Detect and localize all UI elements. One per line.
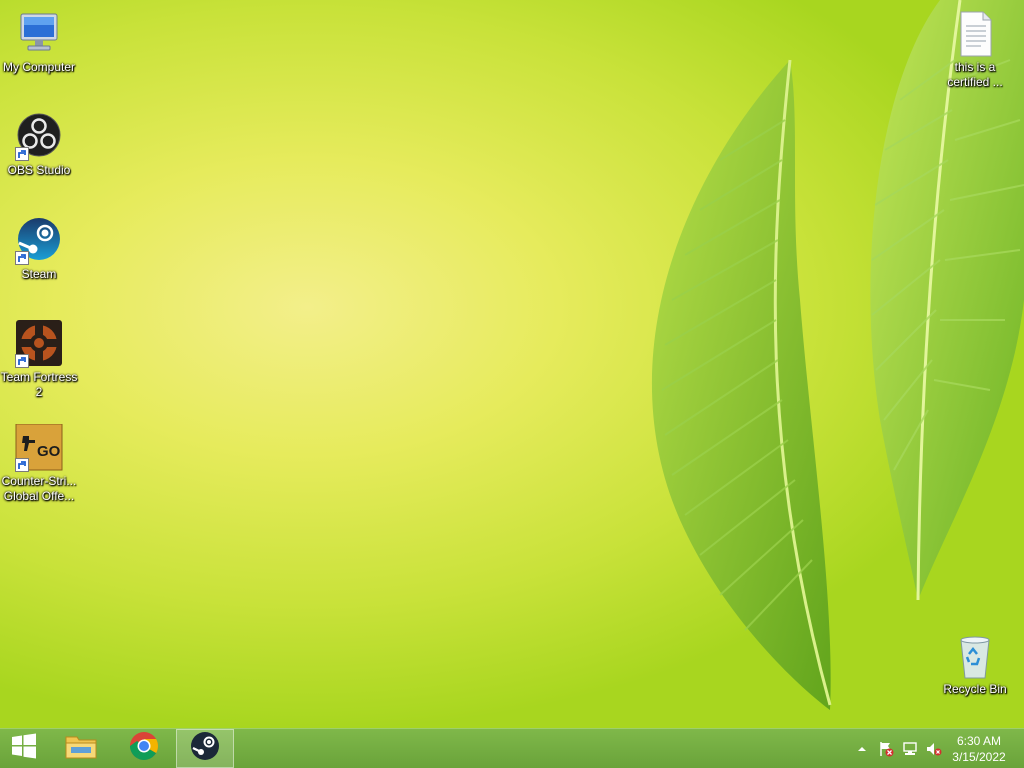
desktop-icon-label: Recycle Bin	[943, 682, 1007, 696]
shortcut-arrow-icon	[15, 458, 29, 472]
svg-text:GO: GO	[37, 443, 61, 460]
folder-icon	[65, 732, 97, 765]
desktop-icon-obs-studio[interactable]: OBS Studio	[0, 113, 78, 178]
windows-logo-icon	[11, 733, 37, 764]
team-fortress-2-icon	[15, 320, 63, 368]
system-tray: 6:30 AM 3/15/2022	[834, 729, 1024, 768]
clock-date: 3/15/2022	[952, 750, 1006, 764]
leaf-left	[651, 59, 832, 710]
steam-icon	[15, 217, 63, 265]
desktop-icon-steam[interactable]: Steam	[0, 217, 78, 282]
clock-time: 6:30 AM	[956, 734, 1002, 748]
desktop-icon-label: Steam	[21, 267, 57, 281]
action-center-flag-icon[interactable]	[878, 741, 894, 757]
desktop-icon-label: this is a certified ...	[947, 60, 1003, 89]
counter-strike-go-icon: GO	[15, 423, 63, 472]
desktop-wallpaper	[651, 0, 1024, 710]
desktop-icon-recycle-bin[interactable]: Recycle Bin	[936, 632, 1014, 697]
shortcut-arrow-icon	[15, 147, 29, 161]
obs-studio-icon	[15, 113, 63, 161]
desktop-icon-label: My Computer	[2, 60, 76, 74]
network-icon[interactable]	[902, 741, 918, 757]
text-document-icon	[951, 10, 999, 58]
desktop-icon-team-fortress-2[interactable]: Team Fortress 2	[0, 320, 78, 400]
file-explorer-button[interactable]	[52, 729, 110, 768]
taskbar: 6:30 AM 3/15/2022	[0, 728, 1024, 768]
recycle-bin-icon	[951, 632, 999, 680]
leaf-right	[870, 0, 1024, 601]
shortcut-arrow-icon	[15, 251, 29, 265]
desktop-icon-label: Team Fortress 2	[0, 370, 78, 399]
volume-muted-icon[interactable]	[926, 741, 942, 757]
desktop-icon-text-document[interactable]: this is a certified ...	[936, 10, 1014, 90]
show-hidden-icons-chevron-icon[interactable]	[854, 741, 870, 757]
desktop-icon-counter-strike-go[interactable]: GO Counter-Stri... Global Offe...	[0, 423, 78, 504]
chrome-button[interactable]	[115, 729, 173, 768]
desktop-icon-my-computer[interactable]: My Computer	[0, 10, 78, 75]
steam-icon	[190, 731, 220, 766]
steam-taskbar-button[interactable]	[176, 729, 234, 768]
taskbar-clock[interactable]: 6:30 AM 3/15/2022	[948, 733, 1010, 765]
desktop-icon-label: OBS Studio	[7, 163, 71, 177]
shortcut-arrow-icon	[15, 354, 29, 368]
chrome-icon	[129, 731, 159, 766]
start-button[interactable]	[0, 729, 48, 768]
desktop-icon-label: Counter-Stri... Global Offe...	[1, 474, 77, 503]
computer-icon	[15, 10, 63, 58]
